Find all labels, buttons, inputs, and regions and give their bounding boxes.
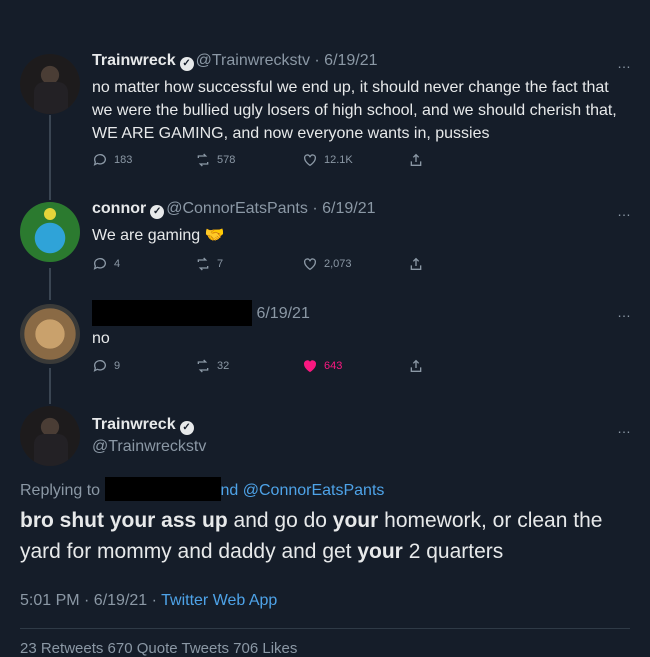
engagement-counts[interactable]: 23 Retweets 670 Quote Tweets 706 Likes: [20, 640, 297, 657]
retweet-count: 32: [217, 360, 230, 372]
main-tweet-text: bro shut your ass up and go do your home…: [20, 505, 630, 567]
reply-button[interactable]: 183: [92, 152, 132, 168]
share-button[interactable]: [408, 358, 424, 374]
reply-icon: [93, 258, 106, 270]
retweet-button[interactable]: 7: [195, 256, 223, 272]
tweet-time[interactable]: 5:01 PM · 6/19/21 ·: [20, 592, 161, 609]
tweet-header: connor ✓ @ConnorEatsPants · 6/19/21: [92, 200, 375, 219]
display-name[interactable]: Trainwreck: [92, 52, 176, 69]
handle[interactable]: @ConnorEatsPants: [166, 200, 308, 217]
retweet-button[interactable]: 32: [195, 358, 229, 374]
avatar[interactable]: [20, 406, 80, 466]
reply-button[interactable]: 9: [92, 358, 120, 374]
verified-badge-icon: ✓: [179, 421, 194, 435]
display-name[interactable]: connor: [92, 200, 146, 217]
text-part: your: [357, 540, 403, 563]
tweet-actions: 9 32 643: [92, 358, 432, 376]
retweet-count: 7: [217, 258, 224, 270]
tweet-text: We are gaming 🤝: [92, 227, 225, 244]
replying-to: Replying to nd @ConnorEatsPants: [20, 477, 384, 501]
tweet-timestamp: 5:01 PM · 6/19/21 · Twitter Web App: [20, 592, 277, 610]
like-count: 643: [324, 360, 343, 372]
more-options-icon[interactable]: …: [617, 55, 632, 71]
avatar[interactable]: [20, 304, 80, 364]
more-options-icon[interactable]: …: [617, 203, 632, 219]
reply-button[interactable]: 4: [92, 256, 120, 272]
retweet-button[interactable]: 578: [195, 152, 235, 168]
share-icon: [410, 257, 422, 270]
replying-prefix: Replying to: [20, 482, 101, 499]
heart-filled-icon: [304, 360, 316, 373]
like-count: 12.1K: [324, 154, 353, 166]
avatar[interactable]: [20, 202, 80, 262]
verified-badge-icon: ✓: [150, 205, 165, 219]
handle[interactable]: @Trainwreckstv: [196, 52, 310, 69]
tweet-actions: 4 7 2,073: [92, 256, 432, 274]
heart-icon: [304, 154, 316, 167]
retweet-icon: [197, 257, 209, 271]
more-options-icon[interactable]: …: [617, 420, 632, 436]
text-part: and go do: [227, 509, 333, 532]
thread-line: [49, 368, 51, 404]
tweet-date[interactable]: · 6/19/21: [314, 52, 377, 69]
retweet-icon: [197, 153, 209, 167]
text-part: your: [332, 509, 379, 532]
redacted-mention-block: [104, 477, 221, 501]
share-icon: [410, 359, 422, 372]
verified-badge-icon: ✓: [179, 57, 194, 71]
like-button[interactable]: 643: [302, 358, 342, 374]
reply-icon: [93, 154, 106, 166]
tweet-header: 6/19/21: [92, 300, 310, 326]
reply-icon: [93, 360, 106, 372]
mention-link[interactable]: nd @ConnorEatsPants: [221, 482, 385, 499]
reply-count: 4: [114, 258, 121, 270]
reply-count: 9: [114, 360, 121, 372]
tweet-header: Trainwreck ✓ @Trainwreckstv · 6/19/21: [92, 52, 378, 71]
like-count: 2,073: [324, 258, 352, 270]
thread-line: [49, 268, 51, 300]
share-icon: [410, 153, 422, 166]
more-options-icon[interactable]: …: [617, 304, 632, 320]
display-name[interactable]: Trainwreck: [92, 416, 176, 433]
tweet-text: no matter how successful we end up, it s…: [92, 79, 617, 142]
tweet-date[interactable]: · 6/19/21: [312, 200, 375, 217]
retweet-icon: [197, 359, 209, 373]
like-button[interactable]: 2,073: [302, 256, 352, 272]
main-tweet-header: Trainwreck ✓: [92, 416, 196, 435]
like-button[interactable]: 12.1K: [302, 152, 353, 168]
text-part: 2 quarters: [402, 540, 504, 563]
share-button[interactable]: [408, 152, 424, 168]
tweet-date[interactable]: 6/19/21: [256, 305, 309, 322]
redacted-name-block: [92, 300, 252, 326]
thread-line: [49, 115, 51, 200]
tweet-actions: 183 578 12.1K: [92, 152, 432, 170]
divider: [20, 628, 630, 629]
reply-count: 183: [114, 154, 133, 166]
handle[interactable]: @Trainwreckstv: [92, 438, 206, 456]
tweet-text: no: [92, 330, 110, 347]
heart-icon: [304, 258, 316, 271]
avatar[interactable]: [20, 54, 80, 114]
text-part: bro shut your ass up: [20, 509, 228, 532]
retweet-count: 578: [217, 154, 236, 166]
source-app-link[interactable]: Twitter Web App: [161, 592, 277, 609]
share-button[interactable]: [408, 256, 424, 272]
